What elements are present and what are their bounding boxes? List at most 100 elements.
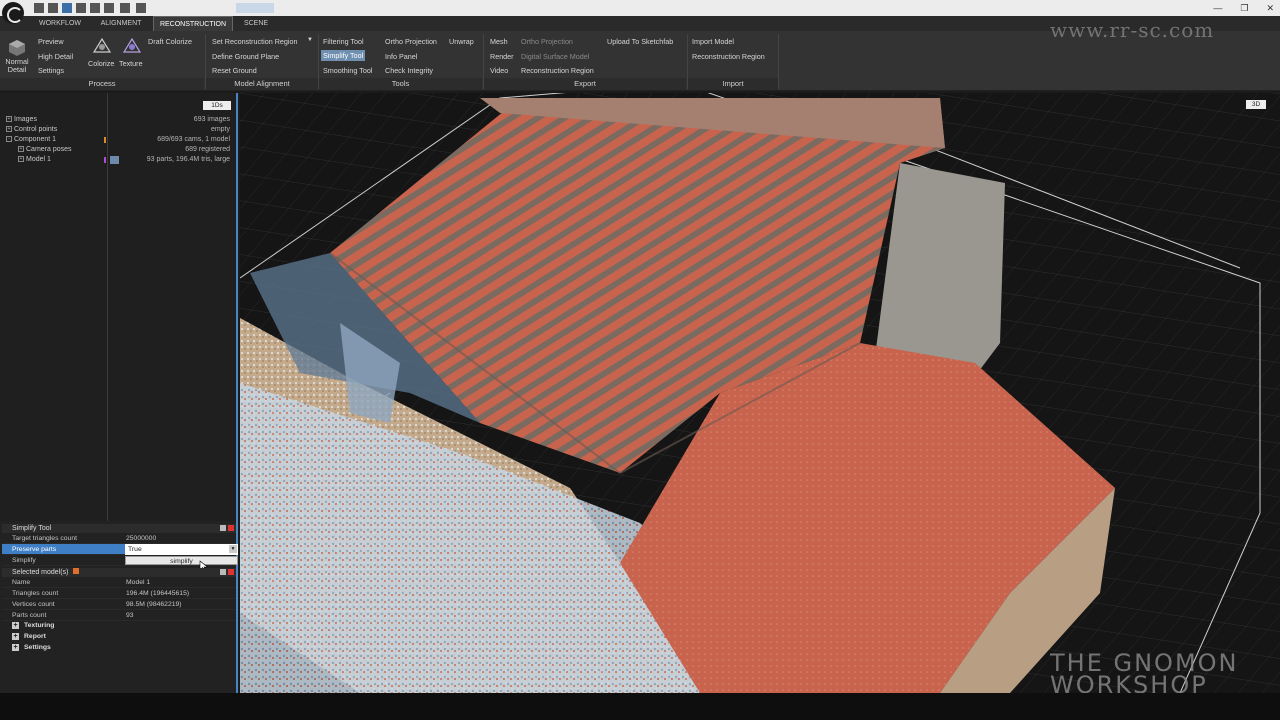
maximize-icon[interactable]: ❐ — [1240, 3, 1248, 14]
high-detail-button[interactable]: High Detail — [38, 52, 73, 61]
component-marker — [104, 137, 106, 143]
upload-sketchfab-button[interactable]: Upload To Sketchfab — [607, 37, 673, 46]
export-ortho-projection-button[interactable]: Ortho Projection — [521, 37, 573, 46]
title-bar: — ❐ ✕ — [0, 0, 1280, 16]
dropdown-arrow-icon[interactable]: ▼ — [307, 37, 313, 43]
tab-scene[interactable]: SCENE — [236, 16, 276, 31]
tree-label: Model 1 — [26, 156, 51, 163]
gnomon-watermark-logo: THE GNOMON WORKSHOP — [1050, 651, 1239, 697]
tab-reconstruction[interactable]: RECONSTRUCTION — [153, 16, 233, 31]
app-logo-icon[interactable] — [2, 2, 24, 24]
cube-icon — [9, 40, 25, 56]
undo-icon[interactable] — [120, 3, 130, 13]
settings-button[interactable]: Settings — [38, 66, 64, 75]
import-group-label: Import — [688, 78, 778, 90]
quick-access-icon[interactable] — [34, 3, 44, 13]
url-watermark: www.rr-sc.com — [1050, 18, 1215, 42]
layout-icon[interactable] — [90, 3, 100, 13]
section-texturing[interactable]: + Texturing — [2, 620, 236, 631]
colorize-button[interactable]: Colorize — [88, 59, 114, 68]
expand-icon[interactable]: + — [6, 116, 12, 123]
export-video-button[interactable]: Video — [490, 66, 508, 75]
expand-icon[interactable]: + — [18, 146, 24, 153]
tab-alignment[interactable]: ALIGNMENT — [92, 16, 150, 31]
export-mesh-button[interactable]: Mesh — [490, 37, 508, 46]
tree-value: 689/693 cams, 1 model — [157, 136, 230, 143]
target-triangles-input[interactable]: 25000000 — [126, 533, 156, 544]
tab-workflow[interactable]: WORKFLOW — [30, 16, 90, 31]
close-icon[interactable] — [228, 569, 234, 575]
tree-row-images[interactable]: + Images 693 images — [0, 115, 236, 125]
export-dsm-button[interactable]: Digital Surface Model — [521, 52, 589, 61]
close-icon[interactable]: ✕ — [1266, 3, 1274, 14]
select-value: True — [128, 546, 142, 553]
simplify-button[interactable]: simplify — [125, 556, 238, 565]
active-window-tab[interactable] — [236, 3, 274, 13]
tree-label: Control points — [14, 126, 58, 133]
unwrap-button[interactable]: Unwrap — [449, 37, 474, 46]
define-ground-plane-button[interactable]: Define Ground Plane — [212, 52, 279, 61]
texture-button[interactable]: Texture — [119, 59, 143, 68]
expand-icon[interactable]: + — [12, 644, 19, 651]
expand-icon[interactable]: + — [12, 633, 19, 640]
tools-group-label: Tools — [319, 78, 482, 90]
section-settings[interactable]: + Settings — [2, 642, 236, 653]
tree-layout-badge[interactable]: 1Ds — [203, 101, 231, 110]
import-model-button[interactable]: Import Model — [692, 37, 734, 46]
tree-label: Component 1 — [14, 136, 57, 143]
normal-detail-button[interactable]: Normal Detail — [4, 58, 30, 74]
chevron-down-icon[interactable]: ▼ — [229, 545, 237, 553]
layout-icon[interactable] — [104, 3, 114, 13]
prop-value: Model 1 — [126, 579, 151, 586]
export-render-button[interactable]: Render — [490, 52, 514, 61]
minimize-icon[interactable]: — — [1213, 3, 1222, 13]
quick-access-icon[interactable] — [48, 3, 58, 13]
point-cloud-scene[interactable] — [240, 93, 1280, 693]
triangles-count-row: Triangles count 196.4M (196445615) — [2, 588, 236, 599]
ortho-projection-button[interactable]: Ortho Projection — [385, 37, 437, 46]
dock-icon[interactable] — [220, 569, 226, 575]
tree-row-model[interactable]: + Model 1 93 parts, 196.4M tris, large — [0, 155, 236, 165]
expand-icon[interactable]: + — [18, 156, 24, 163]
layout-icon[interactable] — [76, 3, 86, 13]
draft-colorize-button[interactable]: Draft Colorize — [148, 37, 192, 46]
prop-key: Vertices count — [12, 601, 55, 608]
expand-icon[interactable]: + — [12, 622, 19, 629]
prop-key: Triangles count — [12, 590, 59, 597]
preview-button[interactable]: Preview — [38, 37, 64, 46]
prop-value: 98.5M (98462219) — [126, 601, 182, 608]
tree-row-control-points[interactable]: + Control points empty — [0, 125, 236, 135]
3d-viewport[interactable]: 3D — [240, 93, 1280, 693]
viewport-mode-badge[interactable]: 3D — [1246, 100, 1266, 109]
smoothing-tool-button[interactable]: Smoothing Tool — [323, 66, 372, 75]
preserve-parts-row[interactable]: Preserve parts True ▼ — [2, 544, 238, 555]
layout-icon[interactable] — [62, 3, 72, 13]
model-thumbnail-icon — [110, 156, 119, 164]
set-reconstruction-region-button[interactable]: Set Reconstruction Region — [212, 37, 298, 46]
filtering-tool-button[interactable]: Filtering Tool — [323, 37, 364, 46]
collapse-icon[interactable]: - — [6, 136, 12, 143]
reset-ground-button[interactable]: Reset Ground — [212, 66, 257, 75]
target-triangles-row: Target triangles count 25000000 — [2, 533, 236, 544]
simplify-tool-button[interactable]: Simplify Tool — [321, 50, 366, 61]
tree-row-component[interactable]: - Component 1 689/693 cams, 1 model — [0, 135, 236, 145]
project-tree: 1Ds + Images 693 images + Control points e… — [0, 93, 236, 521]
tree-label: Images — [14, 116, 37, 123]
dock-icon[interactable] — [220, 525, 226, 531]
close-icon[interactable] — [228, 525, 234, 531]
vertices-count-row: Vertices count 98.5M (98462219) — [2, 599, 236, 610]
section-label: Texturing — [24, 622, 55, 629]
tree-label: Camera poses — [26, 146, 72, 153]
section-report[interactable]: + Report — [2, 631, 236, 642]
redo-icon[interactable] — [136, 3, 146, 13]
info-panel-button[interactable]: Info Panel — [385, 52, 417, 61]
expand-icon[interactable]: + — [6, 126, 12, 133]
preserve-parts-select[interactable]: True ▼ — [125, 544, 238, 555]
section-label: Settings — [24, 644, 51, 651]
import-reconstruction-region-button[interactable]: Reconstruction Region — [692, 52, 765, 61]
check-integrity-button[interactable]: Check Integrity — [385, 66, 433, 75]
tree-row-camera-poses[interactable]: + Camera poses 689 registered — [0, 145, 236, 155]
export-reconstruction-region-button[interactable]: Reconstruction Region — [521, 66, 594, 75]
status-bar — [0, 693, 1280, 720]
window-controls: — ❐ ✕ — [1213, 0, 1274, 16]
